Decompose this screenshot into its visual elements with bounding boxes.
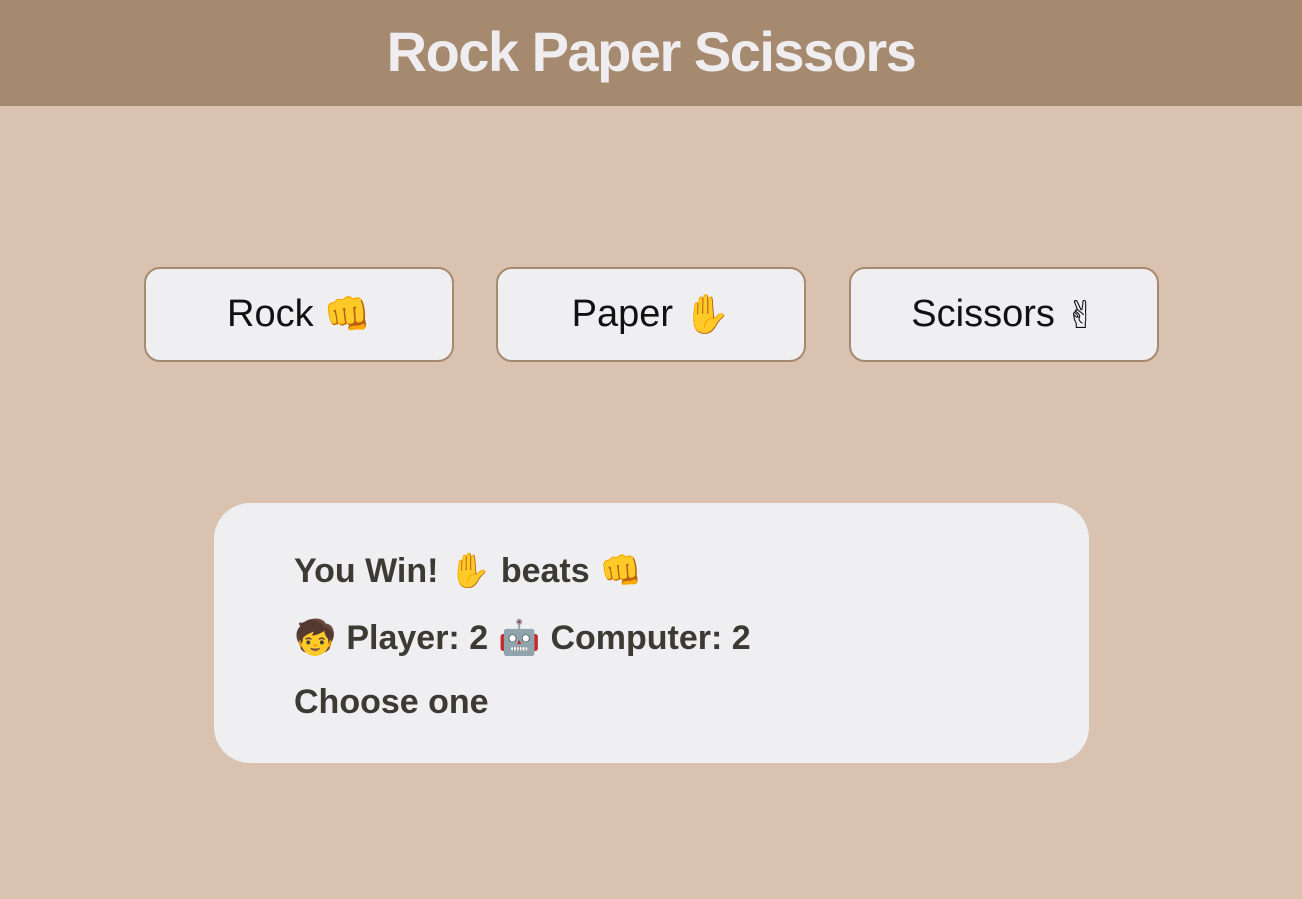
player-avatar-icon: 🧒 — [294, 618, 337, 658]
paper-button[interactable]: Paper ✋ — [496, 267, 806, 362]
scoreboard: 🧒 Player: 2 🤖 Computer: 2 — [294, 618, 751, 658]
paper-button-label: Paper — [571, 293, 674, 335]
scissors-button-label: Scissors — [911, 293, 1055, 335]
computer-score: Computer: 2 — [550, 619, 751, 657]
scissors-button[interactable]: Scissors ✌ — [849, 267, 1159, 362]
robot-icon: 🤖 — [498, 618, 541, 658]
player-choice-icon: ✋ — [448, 551, 491, 591]
result-panel: You Win! ✋ beats 👊 🧒 Player: 2 🤖 Computer: 2 C… — [214, 503, 1089, 763]
fist-icon: 👊 — [323, 292, 371, 336]
victory-hand-icon: ✌ — [1064, 292, 1097, 337]
player-score: Player: 2 — [346, 619, 489, 657]
round-result: You Win! ✋ beats 👊 — [294, 551, 642, 591]
rock-button-label: Rock — [227, 293, 314, 335]
page-title: Rock Paper Scissors — [386, 19, 917, 83]
computer-choice-icon: 👊 — [599, 551, 642, 591]
rock-button[interactable]: Rock 👊 — [144, 267, 454, 362]
header-bar: Rock Paper Scissors — [0, 0, 1302, 106]
raised-hand-icon: ✋ — [683, 292, 731, 336]
outcome-text: You Win! — [294, 552, 439, 590]
prompt-text: Choose one — [294, 683, 489, 721]
beats-text: beats — [500, 552, 590, 590]
